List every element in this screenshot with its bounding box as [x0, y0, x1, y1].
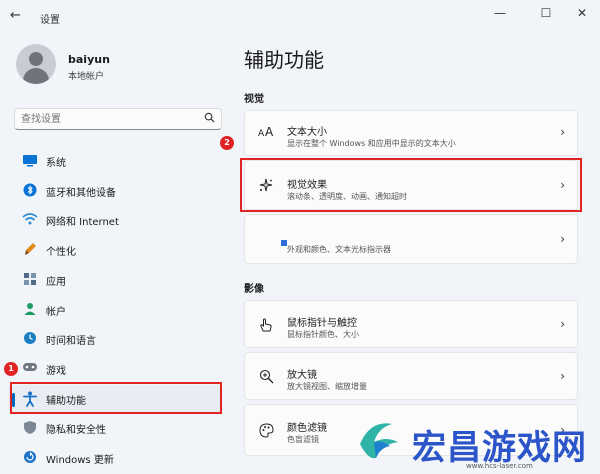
chevron-right-icon: ›: [560, 317, 565, 331]
text-size-icon: AA: [257, 125, 275, 141]
card-title: 文本大小: [287, 127, 327, 138]
sidebar-item-label: 隐私和安全性: [46, 425, 106, 436]
accessibility-highlight-box: [10, 382, 222, 414]
sidebar-item-label: 时间和语言: [46, 336, 96, 347]
sidebar-item-bluetooth[interactable]: 蓝牙和其他设备: [8, 177, 222, 205]
close-button[interactable]: ✕: [570, 6, 594, 24]
sidebar-item-time-language[interactable]: 时间和语言: [8, 325, 222, 353]
sidebar-item-label: 帐户: [46, 307, 66, 318]
chevron-right-icon: ›: [560, 232, 565, 246]
sidebar-item-network[interactable]: 网络和 Internet: [8, 206, 222, 234]
sidebar-item-privacy[interactable]: 隐私和安全性: [8, 414, 222, 442]
card-subtitle: 色盲滤镜: [287, 435, 319, 444]
apps-icon: [22, 272, 38, 288]
sidebar-item-label: 应用: [46, 277, 66, 288]
watermark-logo-icon: [360, 423, 398, 459]
card-subtitle: 外观和颜色、文本光标指示器: [287, 245, 391, 254]
card-subtitle: 鼠标指针颜色、大小: [287, 330, 359, 339]
card-subtitle: 放大镜视图、缩放增量: [287, 382, 367, 391]
card-title: 颜色滤镜: [287, 423, 327, 434]
visual-effects-highlight-box: [240, 158, 582, 212]
search-box[interactable]: [14, 108, 222, 130]
pointer-hand-icon: [257, 317, 275, 337]
setting-card-text-cursor[interactable]: 外观和颜色、文本光标指示器 ›: [244, 214, 578, 264]
sidebar-item-label: 蓝牙和其他设备: [46, 188, 116, 199]
step-badge-1: 1: [4, 362, 18, 376]
back-button[interactable]: ←: [10, 8, 30, 26]
sidebar-item-system[interactable]: 系统: [8, 147, 222, 175]
setting-card-magnifier[interactable]: 放大镜 放大镜视图、缩放增量 ›: [244, 352, 578, 400]
gamepad-icon: [22, 361, 38, 377]
sidebar-item-apps[interactable]: 应用: [8, 266, 222, 294]
setting-card-text-size[interactable]: AA 文本大小 显示在整个 Windows 和应用中显示的文本大小 ›: [244, 110, 578, 156]
sidebar-item-gaming[interactable]: 游戏: [8, 355, 222, 383]
wifi-icon: [22, 212, 38, 228]
card-subtitle: 显示在整个 Windows 和应用中显示的文本大小: [287, 139, 456, 148]
brush-icon: [22, 242, 38, 258]
update-icon: [22, 450, 38, 466]
avatar-body: [23, 68, 49, 84]
sidebar-item-accounts[interactable]: 帐户: [8, 296, 222, 324]
shield-icon: [22, 420, 38, 436]
sidebar-item-label: 系统: [46, 158, 66, 169]
section-heading-imaging: 影像: [244, 284, 264, 295]
monitor-icon: [22, 153, 38, 169]
sidebar-item-label: Windows 更新: [46, 455, 114, 466]
maximize-button[interactable]: ☐: [534, 6, 558, 24]
globe-clock-icon: [22, 331, 38, 347]
watermark-url: www.hcs-laser.com: [466, 462, 533, 470]
sidebar-item-label: 游戏: [46, 366, 66, 377]
user-name: baiyun: [68, 53, 110, 66]
chevron-right-icon: ›: [560, 369, 565, 383]
person-icon: [22, 302, 38, 318]
sidebar-item-windows-update[interactable]: Windows 更新: [8, 444, 222, 472]
minimize-button[interactable]: —: [488, 6, 512, 24]
section-heading-vision: 视觉: [244, 94, 264, 105]
app-title: 设置: [40, 15, 60, 26]
search-input[interactable]: [21, 112, 201, 126]
svg-text:A: A: [265, 125, 274, 137]
avatar-head: [29, 52, 43, 66]
setting-card-mouse-pointer[interactable]: 鼠标指针与触控 鼠标指针颜色、大小 ›: [244, 300, 578, 348]
search-icon[interactable]: [204, 112, 215, 126]
step-badge-2: 2: [220, 136, 234, 150]
magnifier-icon: [257, 369, 275, 388]
palette-icon: [257, 423, 275, 442]
sidebar-item-label: 个性化: [46, 247, 76, 258]
avatar[interactable]: [16, 44, 56, 84]
page-title: 辅助功能: [244, 48, 324, 72]
card-title: 鼠标指针与触控: [287, 318, 357, 329]
chevron-right-icon: ›: [560, 125, 565, 139]
account-type: 本地帐户: [68, 72, 105, 82]
title-bar: ← 设置 — ☐ ✕: [0, 0, 600, 32]
sidebar-item-personalization[interactable]: 个性化: [8, 236, 222, 264]
bluetooth-icon: [22, 183, 38, 199]
svg-text:A: A: [258, 129, 265, 137]
sidebar-item-label: 网络和 Internet: [46, 217, 119, 228]
card-title: 放大镜: [287, 370, 317, 381]
